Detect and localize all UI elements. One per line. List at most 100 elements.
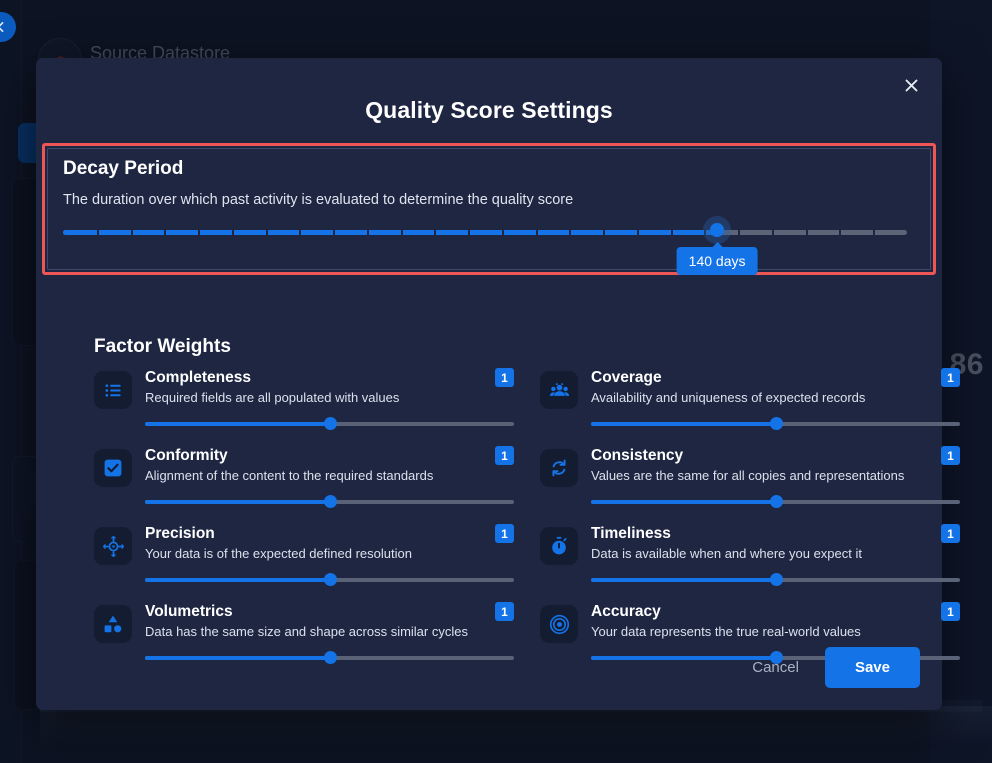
slider-thumb[interactable] xyxy=(769,417,783,430)
factor-weight-slider[interactable] xyxy=(145,573,514,586)
slider-tick xyxy=(333,228,336,237)
slider-tick xyxy=(839,228,842,237)
factor-body: Completeness Required fields are all popu… xyxy=(145,368,514,434)
factor-weight-item: Timeliness Data is available when and whe… xyxy=(540,524,960,590)
slider-tick xyxy=(805,228,808,237)
slider-fill xyxy=(591,578,776,582)
factor-weight-item: Completeness Required fields are all popu… xyxy=(94,368,514,434)
slider-tick xyxy=(299,228,302,237)
cancel-button[interactable]: Cancel xyxy=(748,651,803,684)
factor-description: Data is available when and where you exp… xyxy=(591,546,862,562)
slider-tick xyxy=(738,228,741,237)
factor-body: Consistency Values are the same for all c… xyxy=(591,446,960,512)
factor-weight-badge: 1 xyxy=(495,368,514,387)
close-button[interactable] xyxy=(894,68,928,102)
factor-description: Your data is of the expected defined res… xyxy=(145,546,412,562)
slider-tick xyxy=(96,228,99,237)
slider-tick xyxy=(366,228,369,237)
decay-period-title: Decay Period xyxy=(63,158,184,179)
factor-name: Volumetrics xyxy=(145,603,233,620)
slider-tick xyxy=(501,228,504,237)
slider-value-tooltip: 140 days xyxy=(676,242,758,275)
slider-tick xyxy=(400,228,403,237)
slider-tick xyxy=(636,228,639,237)
factor-weight-item: Precision Your data is of the expected de… xyxy=(94,524,514,590)
slider-fill xyxy=(145,422,330,426)
slider-tick xyxy=(771,228,774,237)
crosshair-icon xyxy=(94,527,132,565)
people-group-icon xyxy=(540,371,578,409)
slider-thumb[interactable] xyxy=(769,495,783,508)
slider-fill xyxy=(591,422,776,426)
factor-description: Your data represents the true real-world… xyxy=(591,624,861,640)
factor-weight-item: Conformity Alignment of the content to th… xyxy=(94,446,514,512)
slider-fill xyxy=(145,656,330,660)
factor-weight-slider[interactable] xyxy=(145,495,514,508)
factor-weight-item: Consistency Values are the same for all c… xyxy=(540,446,960,512)
slider-tick xyxy=(569,228,572,237)
slider-fill xyxy=(145,578,330,582)
factor-name: Accuracy xyxy=(591,603,661,620)
factor-weight-slider[interactable] xyxy=(145,417,514,430)
slider-tick xyxy=(130,228,133,237)
slider-tick xyxy=(198,228,201,237)
slider-thumb[interactable] xyxy=(323,573,337,586)
slider-thumb[interactable] xyxy=(769,573,783,586)
factor-weight-badge: 1 xyxy=(495,524,514,543)
factor-weight-slider[interactable] xyxy=(145,651,514,664)
decay-period-section: Decay Period The duration over which pas… xyxy=(42,143,936,275)
slider-thumb[interactable] xyxy=(323,417,337,430)
slider-thumb[interactable] xyxy=(710,223,725,237)
quality-score-settings-dialog: Quality Score Settings Decay Period The … xyxy=(36,58,960,710)
factor-weight-badge: 1 xyxy=(495,602,514,621)
factor-body: Timeliness Data is available when and whe… xyxy=(591,524,960,590)
factor-body: Coverage Availability and uniqueness of e… xyxy=(591,368,960,434)
factor-weight-slider[interactable] xyxy=(591,417,960,430)
factor-weights-title: Factor Weights xyxy=(94,336,231,357)
factor-weight-slider[interactable] xyxy=(591,495,960,508)
factor-body: Volumetrics Data has the same size and sh… xyxy=(145,602,514,668)
decay-period-slider[interactable]: 140 days xyxy=(63,223,907,275)
slider-tick xyxy=(468,228,471,237)
slider-tick xyxy=(603,228,606,237)
slider-ticks xyxy=(63,228,907,237)
slider-thumb[interactable] xyxy=(323,495,337,508)
factor-weight-badge: 1 xyxy=(941,602,960,621)
factor-body: Precision Your data is of the expected de… xyxy=(145,524,514,590)
factor-weight-badge: 1 xyxy=(495,446,514,465)
factor-description: Required fields are all populated with v… xyxy=(145,390,400,406)
slider-fill xyxy=(145,500,330,504)
slider-tick xyxy=(670,228,673,237)
stopwatch-icon xyxy=(540,527,578,565)
close-icon xyxy=(905,79,917,91)
slider-tick xyxy=(265,228,268,237)
factor-name: Conformity xyxy=(145,447,228,464)
slider-tick xyxy=(535,228,538,237)
sync-refresh-icon xyxy=(540,449,578,487)
slider-tick xyxy=(164,228,167,237)
factor-weight-slider[interactable] xyxy=(591,573,960,586)
checkbox-icon xyxy=(94,449,132,487)
list-icon xyxy=(94,371,132,409)
shapes-icon xyxy=(94,605,132,643)
factor-description: Availability and uniqueness of expected … xyxy=(591,390,866,406)
slider-thumb[interactable] xyxy=(323,651,337,664)
factor-weight-item: Coverage Availability and uniqueness of e… xyxy=(540,368,960,434)
factor-name: Timeliness xyxy=(591,525,671,542)
factor-weight-badge: 1 xyxy=(941,446,960,465)
slider-tick xyxy=(704,228,707,237)
slider-tick xyxy=(434,228,437,237)
dialog-title: Quality Score Settings xyxy=(365,97,613,123)
save-button[interactable]: Save xyxy=(824,647,920,688)
chevron-left-icon xyxy=(0,21,4,33)
slider-fill xyxy=(591,500,776,504)
factor-name: Precision xyxy=(145,525,215,542)
factor-body: Conformity Alignment of the content to th… xyxy=(145,446,514,512)
slider-tick xyxy=(231,228,234,237)
factor-name: Consistency xyxy=(591,447,684,464)
factor-description: Data has the same size and shape across … xyxy=(145,624,468,640)
decay-period-description: The duration over which past activity is… xyxy=(63,192,574,208)
factor-weight-item: Volumetrics Data has the same size and sh… xyxy=(94,602,514,668)
factor-weight-badge: 1 xyxy=(941,368,960,387)
factor-description: Alignment of the content to the required… xyxy=(145,468,434,484)
